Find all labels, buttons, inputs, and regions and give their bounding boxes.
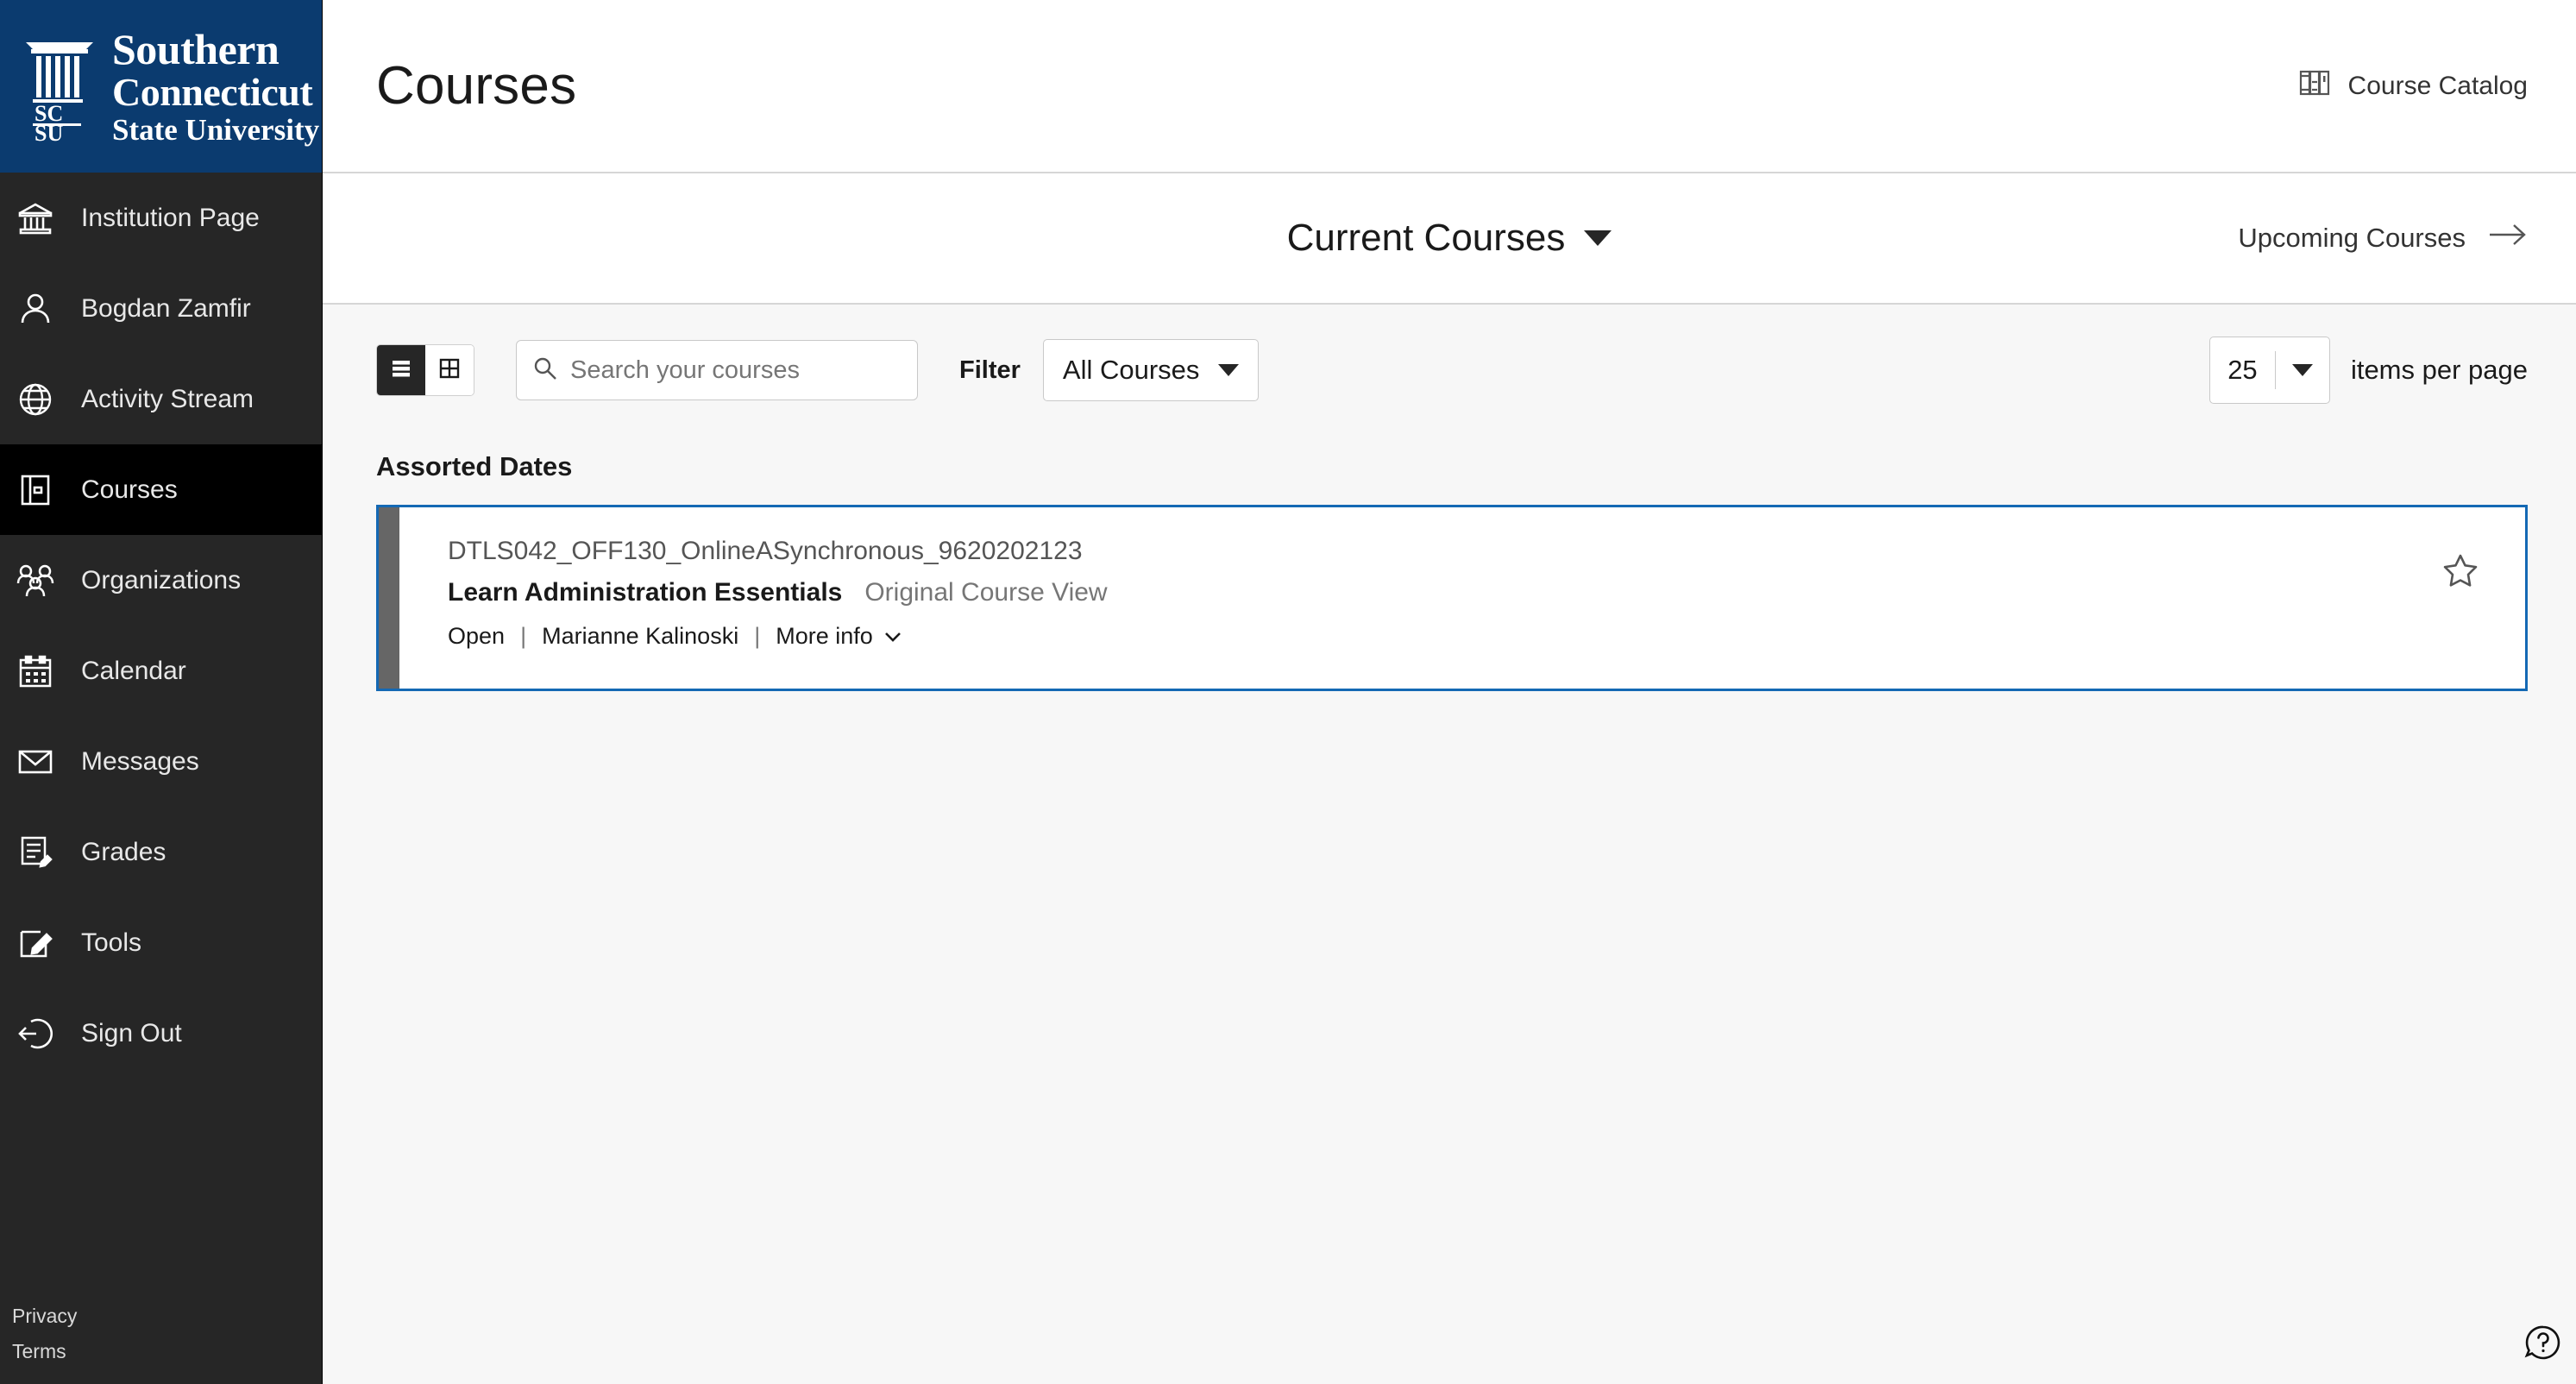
grid-view-icon [437,356,462,385]
course-id: DTLS042_OFF130_OnlineASynchronous_962020… [448,537,1083,565]
page-header: Courses Course Catalog [323,0,2576,173]
course-view-type: Original Course View [864,578,1108,607]
sidebar-item-label: Sign Out [81,1018,182,1047]
course-name-link[interactable]: Learn Administration Essentials [448,578,842,607]
search-icon [532,355,558,386]
chevron-down-icon [2276,364,2329,376]
sidebar-item-tools[interactable]: Tools [0,897,322,988]
course-status: Open [448,623,506,649]
search-input[interactable] [570,355,902,385]
current-courses-label: Current Courses [1286,217,1566,259]
user-icon [12,286,59,332]
envelope-icon [12,739,59,785]
brand-line-2: Connecticut [112,70,313,114]
sidebar-item-grades[interactable]: Grades [0,807,322,897]
course-card[interactable]: DTLS042_OFF130_OnlineASynchronous_962020… [376,505,2528,691]
grades-icon [12,829,59,876]
privacy-link[interactable]: Privacy [12,1305,322,1328]
course-meta-row: Open | Marianne Kalinoski | More info [448,623,2396,650]
terms-link[interactable]: Terms [12,1340,322,1363]
sidebar-item-institution-page[interactable]: Institution Page [0,173,322,263]
chevron-down-icon [883,623,902,650]
people-icon [12,557,59,604]
sidebar-item-label: Activity Stream [81,384,254,413]
course-term-bar: Current Courses Upcoming Courses [323,173,2576,305]
sidebar-item-label: Bogdan Zamfir [81,293,251,323]
course-title-row: Learn Administration Essentials Original… [448,578,2396,607]
scsu-column-icon: SC SU [22,30,97,146]
institution-logo[interactable]: SC SU Southern Connecticut State Univers… [0,0,322,173]
view-toggle-group [376,344,474,396]
course-color-accent [379,507,399,689]
star-icon [2442,552,2479,593]
arrow-right-icon [2488,222,2528,255]
items-per-page-label: items per page [2350,355,2528,385]
sidebar-item-label: Tools [81,928,142,957]
courses-content: Assorted Dates DTLS042_OFF130_OnlineASyn… [323,436,2576,1384]
upcoming-courses-link[interactable]: Upcoming Courses [2238,222,2528,255]
sidebar: SC SU Southern Connecticut State Univers… [0,0,323,1384]
tools-icon [12,920,59,966]
course-instructor: Marianne Kalinoski [542,623,739,649]
items-per-page-value: 25 [2227,355,2258,385]
main-area: Courses Course Catalog Current Courses U… [323,0,2576,1384]
sign-out-icon [12,1010,59,1057]
brand-line-1: Southern [112,25,280,73]
search-container[interactable] [516,340,918,400]
chevron-down-icon [1218,364,1240,376]
separator: | [754,623,761,649]
sidebar-item-calendar[interactable]: Calendar [0,626,322,716]
brand-line-3: State University [112,113,320,147]
svg-text:SU: SU [35,121,63,142]
chevron-down-icon [1584,230,1612,246]
globe-icon [12,376,59,423]
calendar-icon [12,648,59,695]
sidebar-item-label: Courses [81,475,178,504]
sidebar-item-messages[interactable]: Messages [0,716,322,807]
app-root: SC SU Southern Connecticut State Univers… [0,0,2576,1384]
sidebar-item-profile[interactable]: Bogdan Zamfir [0,263,322,354]
institution-name: Southern Connecticut State University [112,28,319,145]
course-card-body: DTLS042_OFF130_OnlineASynchronous_962020… [399,507,2396,689]
more-info-toggle[interactable]: More info [776,623,902,650]
more-info-label: More info [776,623,873,649]
sidebar-item-activity-stream[interactable]: Activity Stream [0,354,322,444]
sidebar-item-label: Messages [81,746,199,776]
sidebar-item-label: Institution Page [81,203,260,232]
sidebar-item-courses[interactable]: Courses [0,444,322,535]
sidebar-item-label: Organizations [81,565,242,594]
sidebar-item-label: Grades [81,837,166,866]
filter-dropdown[interactable]: All Courses [1042,339,1260,401]
bookshelf-icon [2298,66,2331,106]
favorite-star-button[interactable] [2396,507,2525,689]
course-group-title: Assorted Dates [376,451,573,481]
course-catalog-button[interactable]: Course Catalog [2298,66,2528,106]
sidebar-item-organizations[interactable]: Organizations [0,535,322,626]
filter-value: All Courses [1062,355,1200,385]
separator: | [520,623,527,649]
items-per-page-group: 25 items per page [2208,337,2528,404]
primary-navigation: Institution Page Bogdan Zamfir Activity … [0,173,322,1305]
items-per-page-dropdown[interactable]: 25 [2208,337,2330,404]
filter-label: Filter [959,355,1021,384]
help-question-icon [2523,1323,2563,1367]
sidebar-footer: Privacy Terms [0,1305,322,1384]
courses-icon [12,467,59,513]
list-view-icon [389,356,413,385]
sidebar-item-label: Calendar [81,656,186,685]
list-view-button[interactable] [377,345,425,395]
bank-icon [12,195,59,242]
grid-view-button[interactable] [425,345,474,395]
course-catalog-label: Course Catalog [2347,71,2528,100]
page-title: Courses [376,56,577,116]
sidebar-item-sign-out[interactable]: Sign Out [0,988,322,1079]
help-button[interactable] [2519,1320,2567,1368]
upcoming-courses-label: Upcoming Courses [2238,223,2466,253]
course-toolbar: Filter All Courses 25 items per page [323,305,2576,436]
